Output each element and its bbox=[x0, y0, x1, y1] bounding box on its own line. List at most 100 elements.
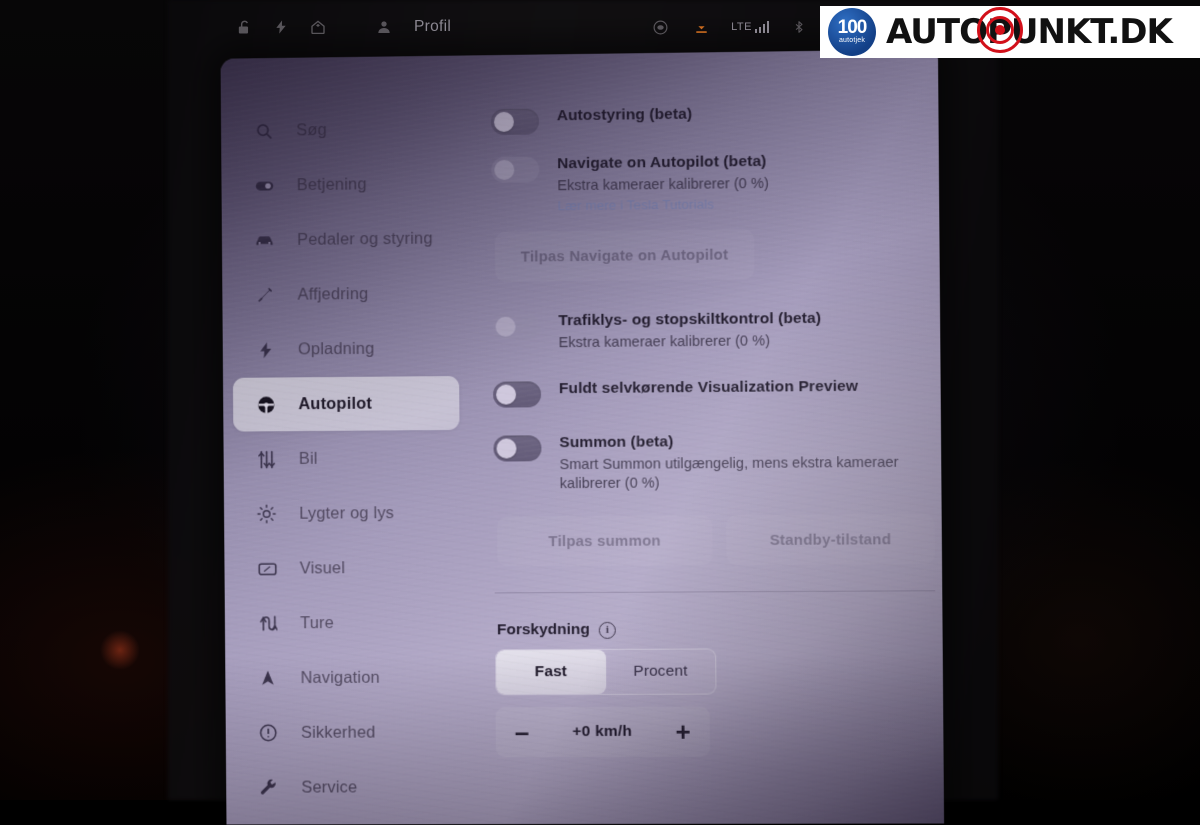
fsd-visualization-preview-title: Fuldt selvkørende Visualization Preview bbox=[559, 377, 858, 399]
toggle-knob bbox=[496, 317, 516, 337]
bluetooth-icon[interactable] bbox=[788, 16, 810, 38]
sidebar-item-service[interactable]: Service bbox=[236, 760, 463, 814]
car-icon bbox=[254, 229, 276, 251]
toggle-knob bbox=[494, 112, 514, 132]
home-icon[interactable] bbox=[307, 16, 329, 38]
sidebar-item-label: Ture bbox=[300, 614, 334, 633]
sidebar-item-autopilot[interactable]: Autopilot bbox=[233, 376, 460, 432]
sidebar-item-label: Bil bbox=[299, 449, 318, 468]
traffic-light-control-subtitle: Ekstra kameraer kalibrerer (0 %) bbox=[559, 332, 822, 353]
camera-dot-icon[interactable] bbox=[649, 16, 671, 38]
wrench-icon bbox=[258, 777, 280, 799]
person-icon[interactable] bbox=[373, 16, 395, 38]
tablet-screen-wrapper: Søg Betjening Pedaler og styring Affjedr… bbox=[2, 0, 1200, 801]
steering-wheel-icon bbox=[255, 393, 277, 415]
section-divider bbox=[495, 590, 936, 593]
offset-mode-segmented-control[interactable]: Fast Procent bbox=[495, 648, 716, 695]
setting-row-fsd-visualization-preview: Fuldt selvkørende Visualization Preview bbox=[493, 376, 934, 408]
sidebar-item-bil[interactable]: Bil bbox=[233, 431, 460, 486]
sidebar-item-label: Sikkerhed bbox=[301, 723, 376, 742]
offset-label: Forskydning bbox=[497, 621, 590, 639]
sidebar-item-label: Opladning bbox=[298, 339, 375, 359]
sidebar-item-visuel[interactable]: Visuel bbox=[234, 541, 461, 596]
customize-navigate-on-autopilot-label: Tilpas Navigate on Autopilot bbox=[521, 246, 729, 265]
toggle-knob bbox=[494, 160, 514, 180]
offset-value: +0 km/h bbox=[572, 723, 632, 741]
sidebar-item-affjedring[interactable]: Affjedring bbox=[232, 266, 459, 322]
sidebar-item-label: Betjening bbox=[297, 175, 367, 195]
sidebar-item-search[interactable]: Søg bbox=[231, 102, 458, 159]
settings-page: Søg Betjening Pedaler og styring Affjedr… bbox=[221, 49, 945, 824]
download-icon[interactable] bbox=[690, 16, 712, 38]
tesla-tutorials-link[interactable]: Lær mere i Tesla Tutorials bbox=[557, 195, 769, 215]
offset-decrement-button[interactable]: – bbox=[515, 719, 530, 745]
standby-mode-label: Standby-tilstand bbox=[770, 531, 892, 549]
bolt-icon bbox=[254, 339, 276, 361]
fsd-visualization-preview-toggle[interactable] bbox=[493, 381, 541, 407]
watermark-text: AUTOPUNKT.DK bbox=[886, 12, 1172, 52]
sidebar-item-label: Navigation bbox=[300, 668, 379, 687]
sidebar-item-pedaler-og-styring[interactable]: Pedaler og styring bbox=[232, 211, 459, 267]
setting-row-traffic-light-control: Trafiklys- og stopskiltkontrol (beta) Ek… bbox=[492, 308, 933, 354]
sidebar-item-opladning[interactable]: Opladning bbox=[232, 321, 459, 377]
network-label: LTE bbox=[731, 21, 752, 33]
trips-icon bbox=[256, 612, 278, 634]
navigate-on-autopilot-toggle[interactable] bbox=[491, 156, 539, 183]
offset-segment-procent[interactable]: Procent bbox=[605, 649, 715, 693]
summon-title: Summon (beta) bbox=[559, 430, 921, 453]
sidebar-item-label: Visuel bbox=[300, 559, 346, 578]
info-icon[interactable]: i bbox=[599, 621, 616, 638]
setting-row-autosteer: Autostyring (beta) bbox=[491, 102, 932, 135]
offset-increment-button[interactable]: + bbox=[675, 719, 690, 745]
badge-sub: autotjek bbox=[839, 36, 865, 45]
summon-toggle[interactable] bbox=[493, 435, 541, 461]
customize-navigate-on-autopilot-button[interactable]: Tilpas Navigate on Autopilot bbox=[495, 229, 755, 282]
signal-bars-icon bbox=[755, 21, 770, 33]
suspension-icon bbox=[254, 284, 276, 306]
toggle-icon bbox=[253, 174, 275, 196]
search-icon bbox=[253, 120, 275, 142]
customize-summon-button[interactable]: Tilpas summon bbox=[497, 515, 712, 566]
settings-sidebar: Søg Betjening Pedaler og styring Affjedr… bbox=[221, 55, 473, 824]
offset-segment-fast[interactable]: Fast bbox=[496, 650, 606, 694]
tesla-settings-screen: Søg Betjening Pedaler og styring Affjedr… bbox=[221, 49, 945, 824]
autosteer-title: Autostyring (beta) bbox=[557, 105, 693, 127]
bolt-icon[interactable] bbox=[270, 16, 292, 38]
navigate-on-autopilot-title: Navigate on Autopilot (beta) bbox=[557, 152, 769, 174]
sidebar-item-ture[interactable]: Ture bbox=[235, 596, 462, 651]
sidebar-item-label: Service bbox=[301, 778, 357, 797]
navigate-on-autopilot-subtitle: Ekstra kameraer kalibrerer (0 %) bbox=[557, 175, 769, 196]
summon-subtitle: Smart Summon utilgængelig, mens ekstra k… bbox=[559, 454, 921, 495]
display-icon bbox=[256, 558, 278, 580]
autopilot-settings-content: Autostyring (beta) Navigate on Autopilot… bbox=[467, 49, 945, 824]
profile-label[interactable]: Profil bbox=[414, 18, 451, 36]
unlock-icon[interactable] bbox=[233, 16, 255, 38]
sun-icon bbox=[256, 503, 278, 525]
autosteer-toggle[interactable] bbox=[491, 108, 539, 135]
sidebar-item-label: Pedaler og styring bbox=[297, 229, 433, 249]
cellular-indicator: LTE bbox=[731, 21, 769, 33]
autotjek-badge-icon: 100 autotjek bbox=[828, 8, 876, 56]
status-bar-left: Profil bbox=[221, 16, 451, 38]
toggle-knob bbox=[496, 385, 516, 405]
sidebar-item-label: Autopilot bbox=[298, 394, 372, 414]
sliders-icon bbox=[255, 448, 277, 470]
standby-mode-button[interactable]: Standby-tilstand bbox=[726, 514, 935, 565]
sidebar-item-label: Lygter og lys bbox=[299, 504, 394, 524]
watermark-autopunkt: 100 autotjek AUTOPUNKT.DK bbox=[820, 6, 1200, 58]
toggle-knob bbox=[496, 438, 516, 458]
sidebar-item-lygter-og-lys[interactable]: Lygter og lys bbox=[234, 486, 461, 541]
customize-summon-label: Tilpas summon bbox=[548, 532, 660, 550]
setting-row-summon: Summon (beta) Smart Summon utilgængelig,… bbox=[493, 430, 934, 494]
summon-button-group: Tilpas summon Standby-tilstand bbox=[497, 514, 935, 567]
setting-row-navigate-on-autopilot: Navigate on Autopilot (beta) Ekstra kame… bbox=[491, 150, 932, 216]
sidebar-item-navigation[interactable]: Navigation bbox=[235, 650, 462, 705]
badge-number: 100 bbox=[838, 20, 867, 36]
offset-stepper[interactable]: – +0 km/h + bbox=[496, 707, 710, 758]
sidebar-item-betjening[interactable]: Betjening bbox=[231, 156, 458, 212]
sidebar-item-label: Affjedring bbox=[298, 285, 369, 305]
sidebar-item-label: Søg bbox=[296, 121, 327, 140]
sidebar-item-sikkerhed[interactable]: Sikkerhed bbox=[235, 705, 462, 759]
alert-circle-icon bbox=[257, 722, 279, 744]
traffic-light-control-toggle[interactable] bbox=[492, 313, 540, 339]
